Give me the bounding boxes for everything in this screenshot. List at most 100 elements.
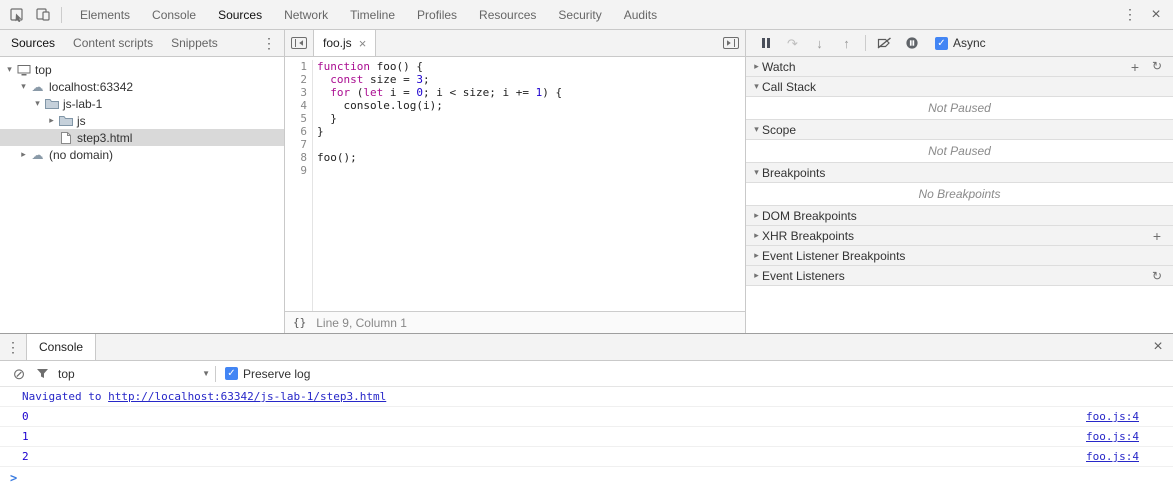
console-source-link[interactable]: foo.js:4 <box>1086 450 1139 463</box>
expanded-icon[interactable]: ▾ <box>4 64 15 75</box>
pause-on-exceptions-icon[interactable] <box>898 31 925 55</box>
close-drawer-icon[interactable]: × <box>1143 334 1173 360</box>
tab-sources[interactable]: Sources <box>207 0 273 29</box>
line-number[interactable]: 8 <box>285 151 307 164</box>
tab-timeline[interactable]: Timeline <box>339 0 406 29</box>
tree-item-label: js <box>74 114 86 128</box>
navigator-tab-content-scripts[interactable]: Content scripts <box>64 30 162 56</box>
section-title: XHR Breakpoints <box>762 229 854 243</box>
tab-profiles[interactable]: Profiles <box>406 0 468 29</box>
close-devtools-icon[interactable]: × <box>1143 2 1169 28</box>
section-header-xhr-breakpoints[interactable]: ▸XHR Breakpoints + <box>746 226 1173 246</box>
pause-script-icon[interactable] <box>752 31 779 55</box>
deactivate-breakpoints-icon[interactable] <box>871 31 898 55</box>
section-header-breakpoints[interactable]: ▾Breakpoints <box>746 163 1173 183</box>
section-header-event-listener-breakpoints[interactable]: ▸Event Listener Breakpoints <box>746 246 1173 266</box>
code-editor[interactable]: 123456789 function foo() { const size = … <box>285 57 745 311</box>
console-messages: Navigated to http://localhost:63342/js-l… <box>0 387 1173 491</box>
file-icon <box>57 132 74 144</box>
tree-item-localhost-63342[interactable]: ▾☁localhost:63342 <box>0 78 284 95</box>
step-over-icon[interactable]: ↷ <box>779 31 806 55</box>
inspect-element-icon[interactable] <box>4 2 30 28</box>
tree-item-no-domain[interactable]: ▸☁(no domain) <box>0 146 284 163</box>
debugger-pane: ↷ ↓ ↑ ✓ Async ▸Watch+↻▾Call StackNot Pau… <box>746 30 1173 333</box>
code-line[interactable]: const size = 3; <box>317 73 745 86</box>
code-line[interactable]: function foo() { <box>317 60 745 73</box>
code-line[interactable]: } <box>317 112 745 125</box>
section-placeholder-text: Not Paused <box>746 97 1173 120</box>
line-number[interactable]: 3 <box>285 86 307 99</box>
line-number[interactable]: 9 <box>285 164 307 177</box>
tree-item-top[interactable]: ▾top <box>0 61 284 78</box>
console-source-link[interactable]: foo.js:4 <box>1086 410 1139 423</box>
code-line[interactable]: } <box>317 125 745 138</box>
console-prompt[interactable]: > <box>0 467 1173 485</box>
step-into-icon[interactable]: ↓ <box>806 31 833 55</box>
execution-context-selector[interactable]: top ▼ <box>58 367 210 381</box>
collapsed-icon: ▸ <box>751 230 762 241</box>
tab-console[interactable]: Console <box>141 0 207 29</box>
section-header-dom-breakpoints[interactable]: ▸DOM Breakpoints <box>746 206 1173 226</box>
tab-resources[interactable]: Resources <box>468 0 547 29</box>
editor-tab-foojs[interactable]: foo.js × <box>313 30 376 56</box>
section-header-scope[interactable]: ▾Scope <box>746 120 1173 140</box>
navigator-tab-sources[interactable]: Sources <box>2 30 64 56</box>
toggle-navigator-sidebar-icon[interactable] <box>285 30 313 56</box>
expanded-icon[interactable]: ▾ <box>32 98 43 109</box>
navigator-pane: SourcesContent scriptsSnippets ⋮ ▾top▾☁l… <box>0 30 285 333</box>
async-checkbox[interactable]: ✓ <box>935 37 948 50</box>
collapsed-icon: ▸ <box>751 250 762 261</box>
section-actions: +↻ <box>1127 59 1165 75</box>
refresh-icon[interactable]: ↻ <box>1149 269 1165 283</box>
expanded-icon[interactable]: ▾ <box>18 81 29 92</box>
tab-security[interactable]: Security <box>547 0 612 29</box>
add-icon[interactable]: + <box>1149 228 1165 244</box>
step-out-icon[interactable]: ↑ <box>833 31 860 55</box>
tab-elements[interactable]: Elements <box>69 0 141 29</box>
tab-close-icon[interactable]: × <box>359 36 367 51</box>
code-line[interactable] <box>317 138 745 151</box>
device-toolbar-icon[interactable] <box>30 2 56 28</box>
refresh-icon[interactable]: ↻ <box>1149 59 1165 75</box>
toolbar-separator <box>215 366 216 382</box>
section-placeholder-text: Not Paused <box>746 140 1173 163</box>
line-number[interactable]: 1 <box>285 60 307 73</box>
drawer-overflow-menu-icon[interactable]: ⋮ <box>0 334 26 360</box>
code-line[interactable]: for (let i = 0; i < size; i += 1) { <box>317 86 745 99</box>
computer-icon <box>15 64 32 76</box>
clear-console-icon[interactable]: ⊘ <box>8 365 30 383</box>
tree-item-step3-html[interactable]: step3.html <box>0 129 284 146</box>
code-line[interactable] <box>317 164 745 177</box>
toggle-debugger-sidebar-icon[interactable] <box>717 30 745 56</box>
preserve-log-checkbox[interactable]: ✓ <box>225 367 238 380</box>
collapsed-icon[interactable]: ▸ <box>18 149 29 160</box>
pretty-print-icon[interactable]: {} <box>293 316 306 329</box>
toolbar-separator <box>61 7 62 23</box>
section-header-event-listeners[interactable]: ▸Event Listeners↻ <box>746 266 1173 286</box>
navigator-overflow-menu-icon[interactable]: ⋮ <box>256 30 282 56</box>
preserve-log-label: Preserve log <box>243 367 310 381</box>
tree-item-js[interactable]: ▸ js <box>0 112 284 129</box>
line-number[interactable]: 4 <box>285 99 307 112</box>
navigator-tabs: SourcesContent scriptsSnippets <box>2 30 227 56</box>
navigator-tab-snippets[interactable]: Snippets <box>162 30 227 56</box>
line-number[interactable]: 6 <box>285 125 307 138</box>
line-number[interactable]: 7 <box>285 138 307 151</box>
section-title: Watch <box>762 60 796 74</box>
line-number[interactable]: 2 <box>285 73 307 86</box>
filter-icon[interactable] <box>30 368 54 380</box>
line-number[interactable]: 5 <box>285 112 307 125</box>
console-source-link[interactable]: foo.js:4 <box>1086 430 1139 443</box>
tab-network[interactable]: Network <box>273 0 339 29</box>
add-icon[interactable]: + <box>1127 59 1143 75</box>
tab-console-drawer[interactable]: Console <box>26 334 96 360</box>
code-line[interactable]: foo(); <box>317 151 745 164</box>
section-header-call-stack[interactable]: ▾Call Stack <box>746 77 1173 97</box>
tab-audits[interactable]: Audits <box>613 0 668 29</box>
tree-item-js-lab-1[interactable]: ▾js-lab-1 <box>0 95 284 112</box>
collapsed-icon[interactable]: ▸ <box>46 115 57 126</box>
code-line[interactable]: console.log(i); <box>317 99 745 112</box>
overflow-menu-icon[interactable]: ⋮ <box>1117 2 1143 28</box>
message-url-link[interactable]: http://localhost:63342/js-lab-1/step3.ht… <box>108 390 386 403</box>
section-header-watch[interactable]: ▸Watch+↻ <box>746 57 1173 77</box>
